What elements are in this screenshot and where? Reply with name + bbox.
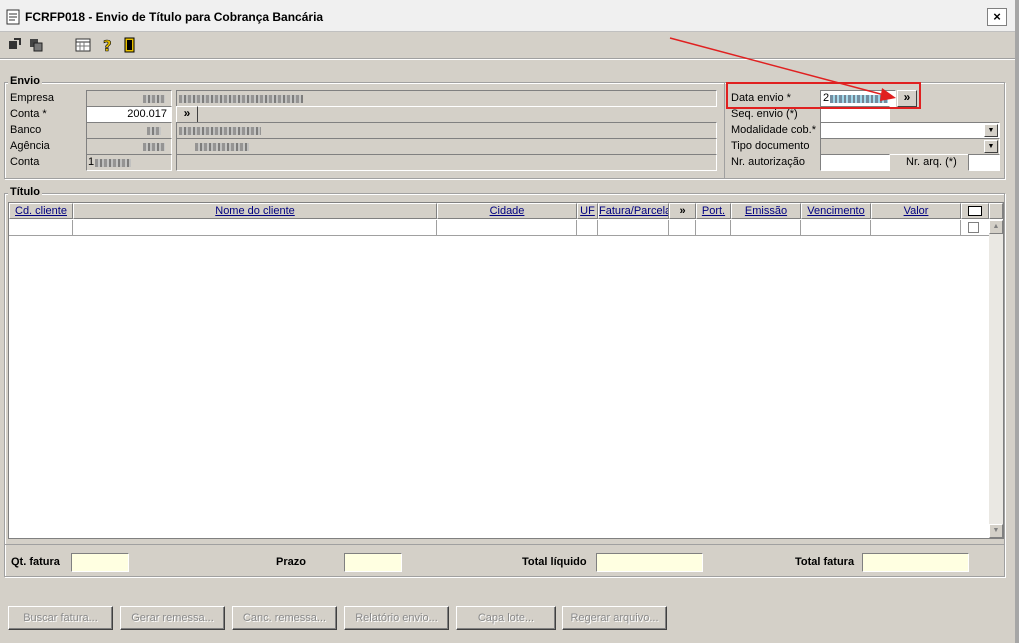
nr-autorizacao-input[interactable] [820, 154, 890, 171]
table-cell[interactable] [9, 220, 73, 236]
col-nome-cliente[interactable]: Nome do cliente [73, 203, 437, 219]
banco-label: Banco [10, 124, 42, 136]
capa-lote-button[interactable]: Capa lote... [456, 606, 556, 630]
col-uf[interactable]: UF [577, 203, 598, 219]
col-port[interactable]: Port. [696, 203, 731, 219]
col-select-all[interactable] [961, 203, 989, 219]
gerar-remessa-button[interactable]: Gerar remessa... [120, 606, 225, 630]
export-icon[interactable] [6, 37, 22, 53]
exit-door-icon[interactable] [122, 37, 138, 53]
row-checkbox[interactable] [968, 222, 979, 233]
buscar-fatura-button[interactable]: Buscar fatura... [8, 606, 113, 630]
window-edge [1015, 0, 1019, 643]
total-fatura-field [862, 553, 969, 572]
empresa-code-field [86, 90, 172, 107]
qt-fatura-field [71, 553, 129, 572]
table-cell[interactable] [669, 220, 696, 236]
banco-name-field [176, 122, 717, 139]
col-emissao[interactable]: Emissão [731, 203, 801, 219]
modalidade-select[interactable]: ▼ [820, 122, 1000, 139]
table-cell[interactable] [696, 220, 731, 236]
total-fatura-label: Total fatura [795, 556, 855, 568]
qt-fatura-label: Qt. fatura [11, 556, 60, 568]
col-fatura-parcela[interactable]: Fatura/Parcela [598, 203, 669, 219]
svg-text:?: ? [103, 37, 112, 53]
total-liquido-field [596, 553, 703, 572]
conta-lookup-button[interactable]: » [176, 106, 198, 123]
table-cell[interactable] [437, 220, 577, 236]
conta-name-field [176, 154, 717, 171]
vertical-scrollbar[interactable]: ▲ ▼ [989, 220, 1003, 538]
conta-label: Conta [10, 156, 40, 168]
copy-icon[interactable] [28, 37, 44, 53]
empresa-name-field [176, 90, 717, 107]
col-cidade[interactable]: Cidade [437, 203, 577, 219]
prazo-label: Prazo [276, 556, 306, 568]
conta-required-label: Conta * [10, 108, 47, 120]
conta-code-field: 1 [86, 154, 172, 171]
envio-group-title: Envio [8, 75, 42, 87]
totals-divider [4, 544, 1005, 545]
window-title-bar: FCRFP018 - Envio de Título para Cobrança… [0, 0, 1015, 32]
relatorio-envio-button[interactable]: Relatório envio... [344, 606, 449, 630]
agencia-name-field [176, 138, 717, 155]
table-cell[interactable] [577, 220, 598, 236]
table-cell[interactable] [73, 220, 437, 236]
select-all-icon[interactable] [968, 206, 982, 216]
nr-arq-label: Nr. arq. (*) [906, 156, 957, 168]
calendar-grid-icon[interactable] [75, 37, 91, 53]
prazo-field [344, 553, 402, 572]
table-cell[interactable] [598, 220, 669, 236]
close-button[interactable]: × [987, 8, 1007, 26]
scroll-up-icon[interactable]: ▲ [989, 220, 1003, 234]
window-title: FCRFP018 - Envio de Título para Cobrança… [25, 10, 324, 24]
table-cell[interactable] [731, 220, 801, 236]
col-cd-cliente[interactable]: Cd. cliente [9, 203, 73, 219]
chevron-down-icon[interactable]: ▼ [984, 124, 998, 137]
regerar-arquivo-button[interactable]: Regerar arquivo... [562, 606, 667, 630]
modalidade-label: Modalidade cob.* [731, 124, 817, 136]
conta-code-prefix: 1 [88, 156, 95, 168]
table-cell[interactable] [871, 220, 961, 236]
titulo-grid[interactable]: Cd. cliente Nome do cliente Cidade UF Fa… [8, 202, 1004, 539]
table-cell[interactable] [961, 220, 989, 236]
banco-code-field [86, 122, 172, 139]
total-liquido-label: Total líquido [522, 556, 587, 568]
col-valor[interactable]: Valor [871, 203, 961, 219]
col-lookup[interactable]: » [669, 203, 696, 219]
col-corner [989, 203, 1003, 219]
annotation-arrow-icon [669, 37, 896, 101]
nr-arq-input[interactable] [968, 154, 1000, 171]
empresa-label: Empresa [10, 92, 55, 104]
col-vencimento[interactable]: Vencimento [801, 203, 871, 219]
table-cell[interactable] [801, 220, 871, 236]
agencia-label: Agência [10, 140, 50, 152]
document-icon [6, 9, 20, 25]
titulo-group-title: Título [8, 186, 42, 198]
help-icon[interactable]: ? [100, 37, 116, 53]
canc-remessa-button[interactable]: Canc. remessa... [232, 606, 337, 630]
scroll-down-icon[interactable]: ▼ [989, 524, 1003, 538]
tipo-documento-label: Tipo documento [731, 140, 810, 152]
conta-input[interactable]: 200.017 [86, 106, 172, 123]
nr-autorizacao-label: Nr. autorização [731, 156, 805, 168]
chevron-down-icon[interactable]: ▼ [984, 140, 998, 153]
tipo-documento-select[interactable]: ▼ [820, 138, 1000, 155]
agencia-code-field [86, 138, 172, 155]
